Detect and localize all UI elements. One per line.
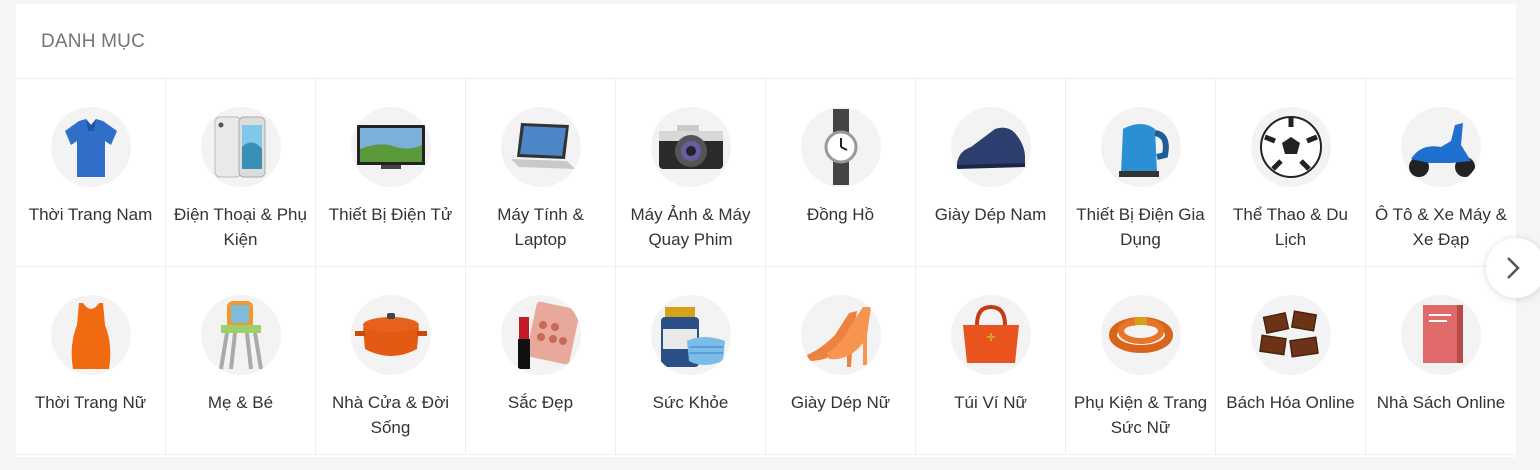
category-item[interactable]: Thiết Bị Điện Gia Dụng — [1066, 79, 1216, 267]
laptop-icon — [501, 107, 581, 187]
category-label: Ô Tô & Xe Máy & Xe Đạp — [1375, 205, 1507, 249]
bracelet-icon — [1101, 295, 1181, 375]
category-label: Thời Trang Nữ — [34, 393, 147, 412]
category-grid: Thời Trang Nam Điện Thoại & Phụ Kiện Thi… — [16, 79, 1516, 455]
handbag-icon — [951, 295, 1031, 375]
category-label: Thiết Bị Điện Gia Dụng — [1076, 205, 1205, 249]
category-label: Nhà Sách Online — [1376, 393, 1506, 412]
cooking-pot-icon — [351, 295, 431, 375]
category-item[interactable]: Phụ Kiện & Trang Sức Nữ — [1066, 267, 1216, 455]
women-top-icon — [51, 295, 131, 375]
category-item[interactable]: Máy Ảnh & Máy Quay Phim — [616, 79, 766, 267]
category-item[interactable]: Sắc Đẹp — [466, 267, 616, 455]
category-label: Máy Tính & Laptop — [497, 205, 584, 249]
category-label: Điện Thoại & Phụ Kiện — [174, 205, 307, 249]
category-label: Phụ Kiện & Trang Sức Nữ — [1073, 393, 1208, 437]
kettle-icon — [1101, 107, 1181, 187]
high-heels-icon — [801, 295, 881, 375]
category-label: Sức Khỏe — [652, 393, 729, 412]
category-label: Máy Ảnh & Máy Quay Phim — [630, 205, 751, 249]
category-item[interactable]: Đồng Hồ — [766, 79, 916, 267]
category-label: Túi Ví Nữ — [954, 393, 1027, 412]
category-label: Thể Thao & Du Lịch — [1233, 205, 1348, 249]
smartphone-icon — [201, 107, 281, 187]
chocolate-icon — [1251, 295, 1331, 375]
men-shoe-icon — [951, 107, 1031, 187]
category-item[interactable]: Túi Ví Nữ — [916, 267, 1066, 455]
category-item[interactable]: Bách Hóa Online — [1216, 267, 1366, 455]
category-item[interactable]: Sức Khỏe — [616, 267, 766, 455]
category-item[interactable]: Thể Thao & Du Lịch — [1216, 79, 1366, 267]
category-label: Sắc Đẹp — [507, 393, 574, 412]
category-label: Bách Hóa Online — [1226, 393, 1355, 412]
category-item[interactable]: Giày Dép Nam — [916, 79, 1066, 267]
category-item[interactable]: Nhà Sách Online — [1366, 267, 1516, 455]
vitamin-mask-icon — [651, 295, 731, 375]
category-label: Nhà Cửa & Đời Sống — [331, 393, 449, 437]
watch-icon — [801, 107, 881, 187]
category-item[interactable]: Nhà Cửa & Đời Sống — [316, 267, 466, 455]
television-icon — [351, 107, 431, 187]
category-label: Giày Dép Nữ — [790, 393, 891, 412]
category-item[interactable]: Ô Tô & Xe Máy & Xe Đạp — [1366, 79, 1516, 267]
category-item[interactable]: Thời Trang Nam — [16, 79, 166, 267]
category-item[interactable]: Thiết Bị Điện Tử — [316, 79, 466, 267]
category-label: Thời Trang Nam — [28, 205, 153, 224]
soccer-ball-icon — [1251, 107, 1331, 187]
category-item[interactable]: Giày Dép Nữ — [766, 267, 916, 455]
category-label: Thiết Bị Điện Tử — [328, 205, 453, 224]
category-label: Giày Dép Nam — [934, 205, 1047, 224]
chevron-right-icon — [1507, 257, 1520, 279]
category-label: Mẹ & Bé — [207, 393, 274, 412]
polo-shirt-icon — [51, 107, 131, 187]
book-icon — [1401, 295, 1481, 375]
makeup-icon — [501, 295, 581, 375]
section-title: DANH MỤC — [41, 31, 145, 52]
category-panel: DANH MỤC Thời Trang Nam Điện Thoại & Phụ… — [16, 4, 1516, 457]
category-item[interactable]: Máy Tính & Laptop — [466, 79, 616, 267]
next-page-button[interactable] — [1486, 238, 1540, 298]
category-item[interactable]: Điện Thoại & Phụ Kiện — [166, 79, 316, 267]
baby-chair-icon — [201, 295, 281, 375]
camera-icon — [651, 107, 731, 187]
section-header: DANH MỤC — [16, 4, 1516, 79]
category-item[interactable]: Thời Trang Nữ — [16, 267, 166, 455]
scooter-icon — [1401, 107, 1481, 187]
category-item[interactable]: Mẹ & Bé — [166, 267, 316, 455]
category-label: Đồng Hồ — [806, 205, 875, 224]
